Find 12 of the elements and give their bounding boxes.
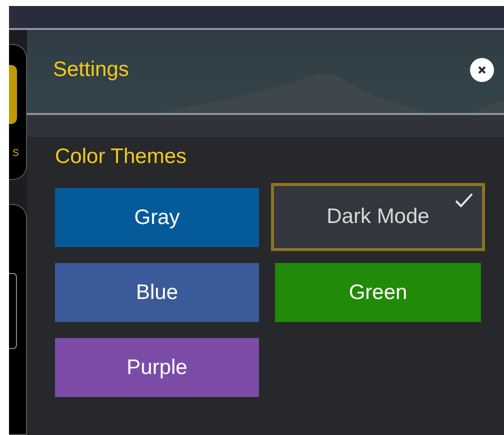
theme-button[interactable]: Blue	[55, 263, 259, 322]
settings-title: Settings	[53, 58, 129, 82]
theme-button[interactable]: Green	[275, 263, 481, 322]
sidebar-item[interactable]: s	[9, 44, 27, 180]
section-heading: Color Themes	[55, 145, 188, 169]
sidebar-label: s	[12, 144, 19, 159]
theme-button[interactable]: Dark Mode	[271, 183, 485, 251]
theme-button[interactable]: Purple	[55, 338, 259, 397]
close-icon	[477, 64, 487, 74]
close-button[interactable]	[470, 58, 494, 82]
check-icon	[454, 192, 474, 208]
theme-button[interactable]: Gray	[55, 188, 259, 247]
